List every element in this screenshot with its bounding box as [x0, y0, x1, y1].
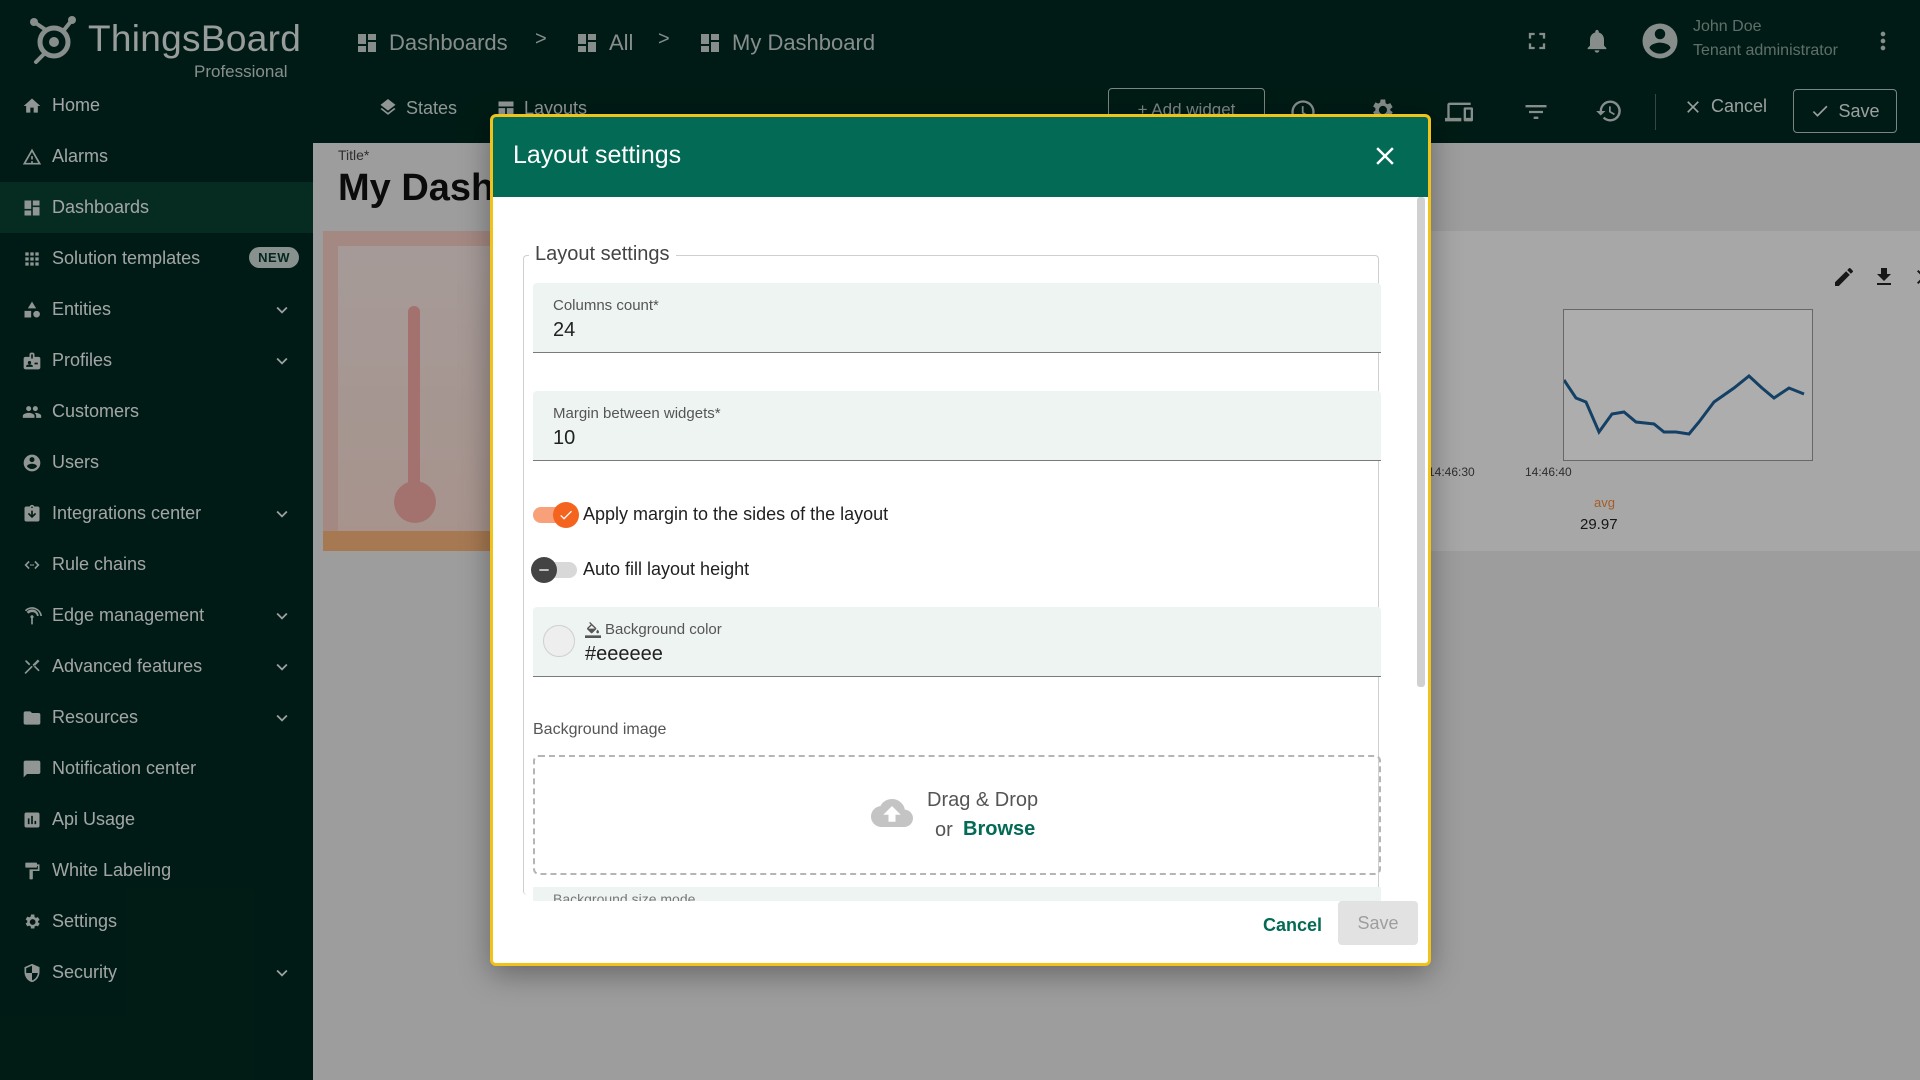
background-color-field[interactable]: Background color #eeeeee	[533, 607, 1381, 677]
dialog-footer: Cancel Save	[493, 901, 1428, 963]
columns-count-field[interactable]: Columns count* 24	[533, 283, 1381, 353]
dialog-cancel-button[interactable]: Cancel	[1263, 915, 1322, 936]
drag-drop-text: Drag & Drop	[927, 789, 1039, 811]
auto-fill-toggle[interactable]	[531, 557, 577, 583]
close-icon[interactable]	[1370, 141, 1400, 171]
cloud-upload-icon	[871, 797, 913, 829]
paint-bucket-icon	[585, 621, 601, 638]
dialog-header: Layout settings	[493, 117, 1428, 197]
color-swatch[interactable]	[543, 625, 575, 657]
background-color-input[interactable]: #eeeeee	[585, 643, 663, 666]
apply-margin-label: Apply margin to the sides of the layout	[583, 503, 889, 524]
background-color-label: Background color	[605, 621, 722, 638]
fieldset-legend: Layout settings	[529, 243, 676, 266]
dialog-scrollbar[interactable]	[1417, 197, 1425, 687]
columns-count-label: Columns count*	[553, 297, 659, 314]
margin-field[interactable]: Margin between widgets* 10	[533, 391, 1381, 461]
background-image-label: Background image	[533, 721, 667, 738]
margin-input[interactable]: 10	[553, 427, 575, 450]
columns-count-input[interactable]: 24	[553, 319, 575, 342]
background-image-dropzone[interactable]: Drag & Drop or Browse	[533, 755, 1381, 875]
dialog-save-button[interactable]: Save	[1338, 901, 1418, 945]
margin-label: Margin between widgets*	[553, 405, 721, 422]
check-icon	[553, 502, 579, 528]
apply-margin-toggle-row[interactable]: Apply margin to the sides of the layout	[533, 499, 888, 529]
background-color-label-row: Background color	[585, 621, 722, 638]
or-text: or	[935, 819, 953, 841]
apply-margin-toggle[interactable]	[533, 502, 579, 528]
layout-settings-dialog: Layout settings Layout settings Columns …	[490, 114, 1431, 966]
dialog-title: Layout settings	[513, 141, 682, 169]
minus-icon	[531, 557, 557, 583]
auto-fill-label: Auto fill layout height	[583, 558, 750, 579]
auto-fill-toggle-row[interactable]: Auto fill layout height	[531, 554, 750, 584]
browse-link[interactable]: Browse	[963, 818, 1035, 841]
